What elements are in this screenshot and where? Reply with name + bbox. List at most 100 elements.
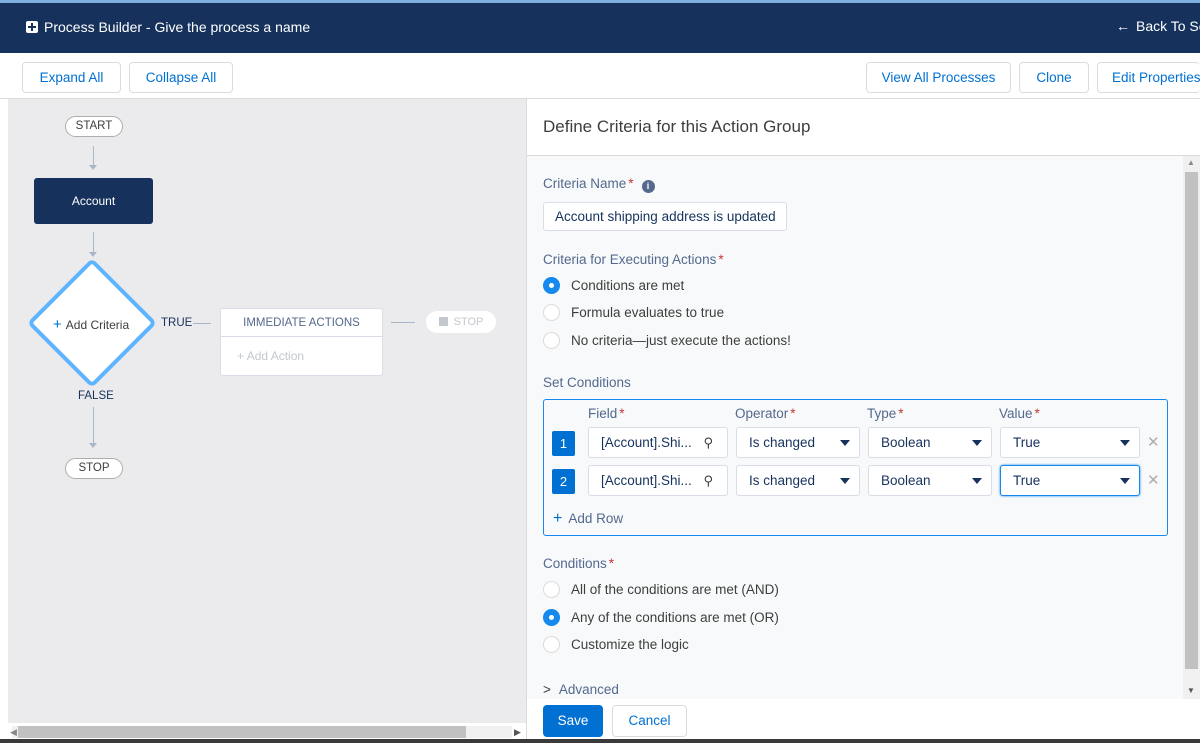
arrow-down-icon (89, 443, 97, 448)
expand-all-button[interactable]: Expand All (22, 62, 121, 93)
arrow-down-icon (89, 252, 97, 257)
scroll-down-icon[interactable]: ▼ (1187, 686, 1195, 695)
chevron-right-icon: > (543, 682, 551, 697)
required-marker: * (608, 556, 615, 571)
radio-button[interactable] (543, 609, 560, 626)
radio-label: Conditions are met (571, 278, 685, 293)
column-header-text: Type (867, 406, 897, 421)
type-value: Boolean (881, 435, 931, 450)
info-icon[interactable]: i (641, 180, 655, 193)
column-header-operator: Operator * (735, 406, 796, 421)
scrollbar-thumb[interactable] (1185, 172, 1198, 669)
operator-value: Is changed (749, 473, 816, 488)
radio-conditions-met[interactable]: Conditions are met (543, 277, 684, 294)
advanced-label: Advanced (558, 682, 619, 697)
collapse-all-button[interactable]: Collapse All (129, 62, 233, 93)
panel-body: Criteria Name * i Account shipping address… (527, 156, 1183, 706)
required-marker: * (898, 406, 904, 421)
chevron-down-icon (972, 440, 982, 446)
immediate-actions-box[interactable]: IMMEDIATE ACTIONS + Add Action (220, 308, 383, 376)
close-icon[interactable]: ✕ (1147, 433, 1160, 451)
search-icon[interactable]: ⚲ (703, 466, 713, 495)
operator-select[interactable]: Is changed (736, 465, 860, 496)
row-number: 2 (552, 469, 575, 494)
radio-label: Customize the logic (571, 637, 689, 652)
value-value: True (1013, 473, 1041, 488)
column-header-text: Field (588, 406, 618, 421)
plus-icon: + (553, 510, 563, 527)
operator-select[interactable]: Is changed (736, 427, 860, 458)
radio-label: No criteria—just execute the actions! (571, 333, 791, 348)
radio-label: Any of the conditions are met (OR) (571, 610, 779, 625)
field-value: [Account].Shi... (601, 435, 692, 450)
value-select[interactable]: True (1000, 465, 1140, 496)
add-action-label: Add Action (246, 349, 305, 363)
row-number: 1 (552, 431, 575, 456)
panel-title: Define Criteria for this Action Group (543, 117, 811, 136)
add-row-button[interactable]: + Add Row (553, 510, 623, 528)
connector (93, 232, 94, 254)
radio-button[interactable] (543, 277, 560, 294)
clone-button[interactable]: Clone (1019, 62, 1089, 93)
add-row-label: Add Row (568, 511, 624, 526)
radio-label: Formula evaluates to true (571, 305, 725, 320)
panel-header: Define Criteria for this Action Group (527, 99, 1200, 156)
advanced-toggle[interactable]: > Advanced (543, 682, 619, 697)
add-action-button[interactable]: + Add Action (221, 337, 382, 363)
radio-button[interactable] (543, 332, 560, 349)
scroll-right-icon[interactable]: ▶ (514, 727, 521, 738)
criteria-name-label-text: Criteria Name (543, 176, 627, 191)
required-marker: * (718, 252, 724, 267)
radio-formula[interactable]: Formula evaluates to true (543, 304, 724, 321)
connector (193, 323, 211, 324)
radio-button[interactable] (543, 636, 560, 653)
conditions-label-text: Conditions (543, 556, 607, 571)
cancel-button[interactable]: Cancel (612, 705, 687, 737)
chevron-down-icon (1120, 478, 1130, 484)
radio-custom-logic[interactable]: Customize the logic (543, 636, 689, 653)
scroll-left-icon[interactable]: ◀ (10, 727, 17, 738)
radio-label: All of the conditions are met (AND) (571, 582, 779, 597)
value-select[interactable]: True (1000, 427, 1140, 458)
back-arrow-icon: ← (1116, 18, 1130, 34)
search-icon[interactable]: ⚲ (703, 428, 713, 457)
page-title: Process Builder - Give the process a nam… (44, 19, 311, 35)
radio-no-criteria[interactable]: No criteria—just execute the actions! (543, 332, 791, 349)
stop-label: STOP (453, 316, 484, 328)
required-marker: * (790, 406, 796, 421)
radio-and[interactable]: All of the conditions are met (AND) (543, 581, 779, 598)
radio-button[interactable] (543, 581, 560, 598)
scrollbar-thumb[interactable] (18, 726, 466, 738)
radio-button[interactable] (543, 304, 560, 321)
connector (93, 146, 94, 166)
type-select[interactable]: Boolean (868, 465, 992, 496)
field-picker[interactable]: [Account].Shi... ⚲ (588, 427, 728, 458)
plus-icon: + (53, 316, 62, 333)
radio-or[interactable]: Any of the conditions are met (OR) (543, 609, 779, 626)
plus-icon: + (237, 349, 247, 363)
scroll-up-icon[interactable]: ▲ (1187, 158, 1195, 167)
type-select[interactable]: Boolean (868, 427, 992, 458)
true-label: TRUE (161, 317, 193, 329)
view-all-processes-button[interactable]: View All Processes (866, 62, 1011, 93)
criteria-name-input[interactable]: Account shipping address is updated (543, 202, 787, 231)
immediate-actions-header: IMMEDIATE ACTIONS (221, 309, 382, 337)
chevron-down-icon (1120, 440, 1130, 446)
set-conditions-label: Set Conditions (543, 375, 631, 390)
save-button[interactable]: Save (543, 705, 603, 737)
edit-properties-button[interactable]: Edit Properties (1097, 62, 1200, 93)
add-criteria-button[interactable]: + Add Criteria (53, 316, 129, 333)
object-node-account[interactable]: Account (34, 178, 153, 224)
value-value: True (1013, 435, 1041, 450)
connector (93, 407, 94, 445)
close-icon[interactable]: ✕ (1147, 471, 1160, 489)
column-header-text: Operator (735, 406, 789, 421)
field-picker[interactable]: [Account].Shi... ⚲ (588, 465, 728, 496)
back-label: Back To Se (1136, 18, 1200, 34)
conditions-label: Conditions * (543, 556, 614, 571)
arrow-down-icon (89, 165, 97, 170)
required-marker: * (1034, 406, 1040, 421)
back-to-setup-link[interactable]: ← Back To Se (1116, 18, 1200, 34)
panel-vertical-scrollbar[interactable]: ▲ ▼ (1183, 156, 1200, 706)
taskbar-strip (0, 739, 1200, 743)
